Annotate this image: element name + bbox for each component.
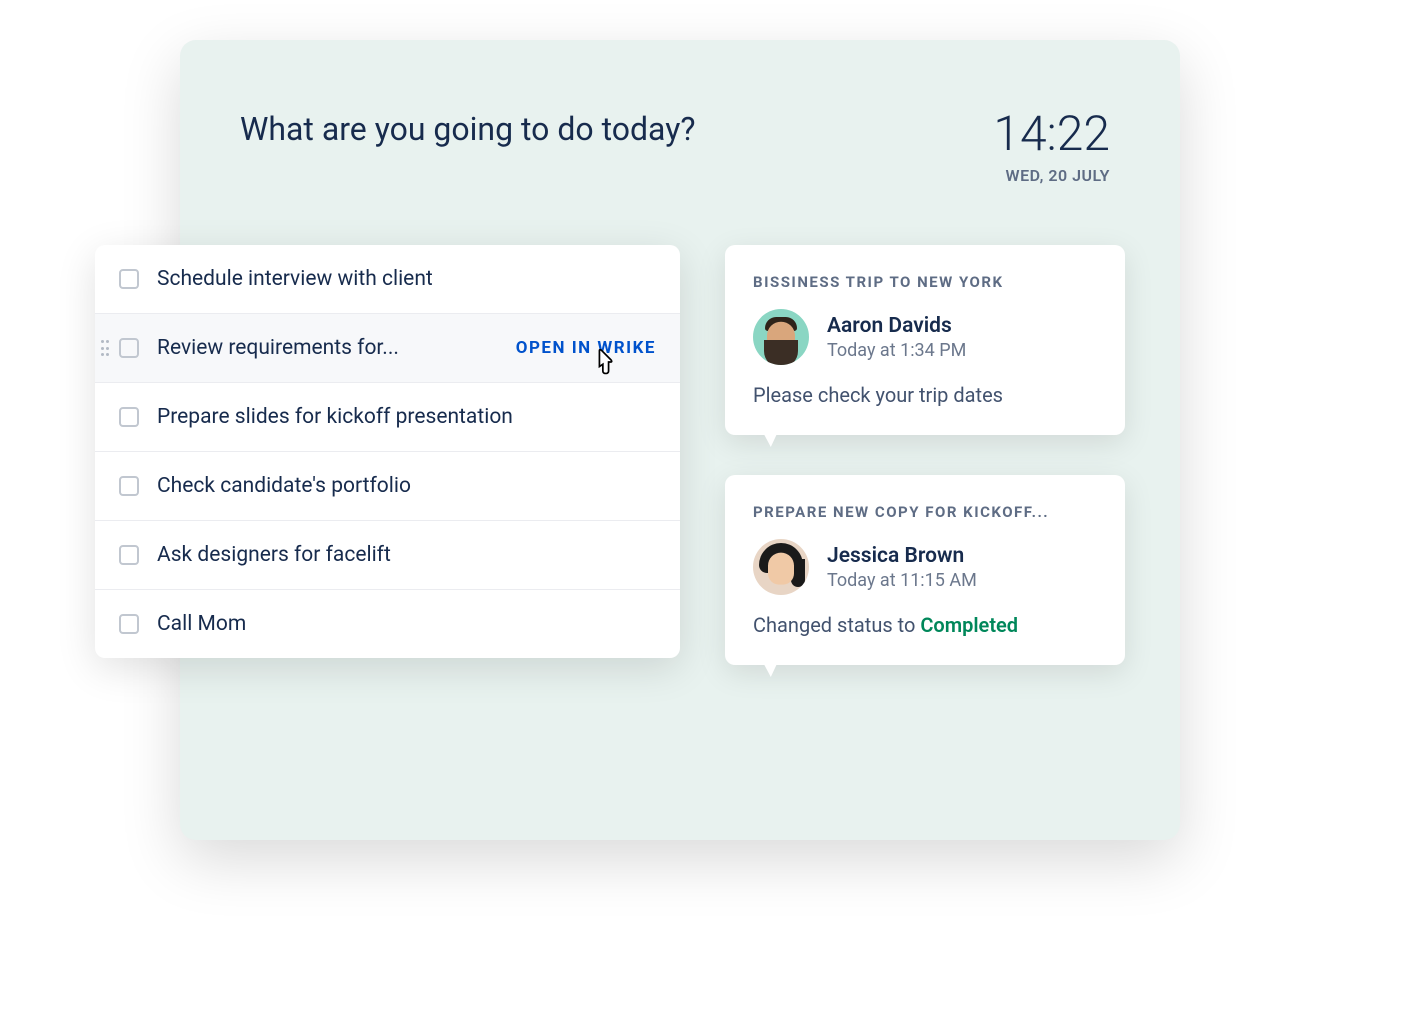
activity-card[interactable]: BISSINESS TRIP TO NEW YORK Aaron Davids …: [725, 245, 1125, 435]
activity-message: Please check your trip dates: [753, 383, 1097, 407]
activity-user-row: Aaron Davids Today at 1:34 PM: [753, 309, 1097, 365]
task-item[interactable]: Call Mom: [95, 590, 680, 658]
task-label: Call Mom: [157, 612, 656, 636]
task-label: Review requirements for...: [157, 336, 504, 360]
user-info: Jessica Brown Today at 11:15 AM: [827, 544, 977, 591]
user-name: Jessica Brown: [827, 544, 977, 568]
clock: 14:22 WED, 20 JULY: [993, 110, 1110, 185]
task-item[interactable]: Prepare slides for kickoff presentation: [95, 383, 680, 452]
page-title: What are you going to do today?: [240, 110, 695, 148]
drag-handle-icon[interactable]: [101, 340, 113, 356]
avatar: [753, 309, 809, 365]
clock-time: 14:22: [993, 110, 1110, 158]
task-label: Check candidate's portfolio: [157, 474, 656, 498]
avatar: [753, 539, 809, 595]
task-list: Schedule interview with client Review re…: [95, 245, 680, 658]
header: What are you going to do today? 14:22 WE…: [180, 40, 1180, 185]
user-info: Aaron Davids Today at 1:34 PM: [827, 314, 966, 361]
activity-title: PREPARE NEW COPY FOR KICKOFF...: [753, 503, 1097, 521]
user-timestamp: Today at 1:34 PM: [827, 340, 966, 361]
task-item[interactable]: Check candidate's portfolio: [95, 452, 680, 521]
activity-user-row: Jessica Brown Today at 11:15 AM: [753, 539, 1097, 595]
task-item[interactable]: Ask designers for facelift: [95, 521, 680, 590]
activity-card[interactable]: PREPARE NEW COPY FOR KICKOFF... Jessica …: [725, 475, 1125, 665]
checkbox-icon[interactable]: [119, 614, 139, 634]
activity-message: Changed status to Completed: [753, 613, 1097, 637]
clock-date: WED, 20 JULY: [993, 166, 1110, 185]
task-item[interactable]: Review requirements for... OPEN IN WRIKE: [95, 314, 680, 383]
checkbox-icon[interactable]: [119, 269, 139, 289]
checkbox-icon[interactable]: [119, 407, 139, 427]
user-timestamp: Today at 11:15 AM: [827, 570, 977, 591]
checkbox-icon[interactable]: [119, 338, 139, 358]
task-item[interactable]: Schedule interview with client: [95, 245, 680, 314]
status-badge: Completed: [920, 613, 1018, 637]
task-label: Ask designers for facelift: [157, 543, 656, 567]
pointer-cursor-icon: [590, 346, 618, 378]
dashboard-panel: What are you going to do today? 14:22 WE…: [180, 40, 1180, 840]
activity-feed: BISSINESS TRIP TO NEW YORK Aaron Davids …: [725, 245, 1125, 705]
checkbox-icon[interactable]: [119, 476, 139, 496]
user-name: Aaron Davids: [827, 314, 966, 338]
checkbox-icon[interactable]: [119, 545, 139, 565]
status-change-prefix: Changed status to: [753, 613, 920, 637]
activity-title: BISSINESS TRIP TO NEW YORK: [753, 273, 1097, 291]
task-label: Schedule interview with client: [157, 267, 656, 291]
task-label: Prepare slides for kickoff presentation: [157, 405, 656, 429]
open-in-wrike-link[interactable]: OPEN IN WRIKE: [516, 338, 656, 358]
